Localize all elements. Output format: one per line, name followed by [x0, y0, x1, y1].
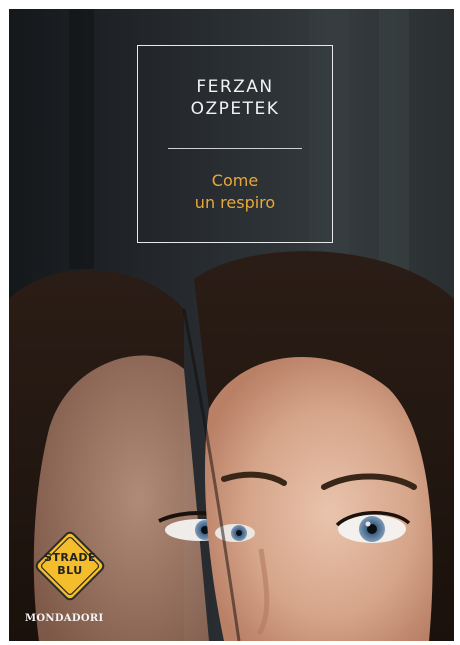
divider-line — [168, 148, 302, 149]
title-box: FERZAN OZPETEK Come un respiro — [137, 45, 333, 243]
book-title-line-1: Come — [211, 171, 259, 190]
author-first-name: FERZAN — [196, 77, 274, 97]
badge-line-1: STRADE — [43, 551, 97, 564]
author-name: FERZAN OZPETEK — [138, 76, 332, 120]
book-title: Come un respiro — [138, 170, 332, 214]
publisher-logo: MONDADORI — [25, 613, 104, 624]
book-title-line-2: un respiro — [194, 193, 276, 212]
badge-text: STRADE BLU — [31, 551, 109, 577]
badge-line-2: BLU — [57, 564, 83, 577]
book-cover: FERZAN OZPETEK Come un respiro STRADE BL… — [9, 9, 454, 641]
author-last-name: OZPETEK — [190, 99, 280, 119]
page-frame: FERZAN OZPETEK Come un respiro STRADE BL… — [0, 0, 460, 645]
strade-blu-badge: STRADE BLU — [31, 527, 109, 605]
